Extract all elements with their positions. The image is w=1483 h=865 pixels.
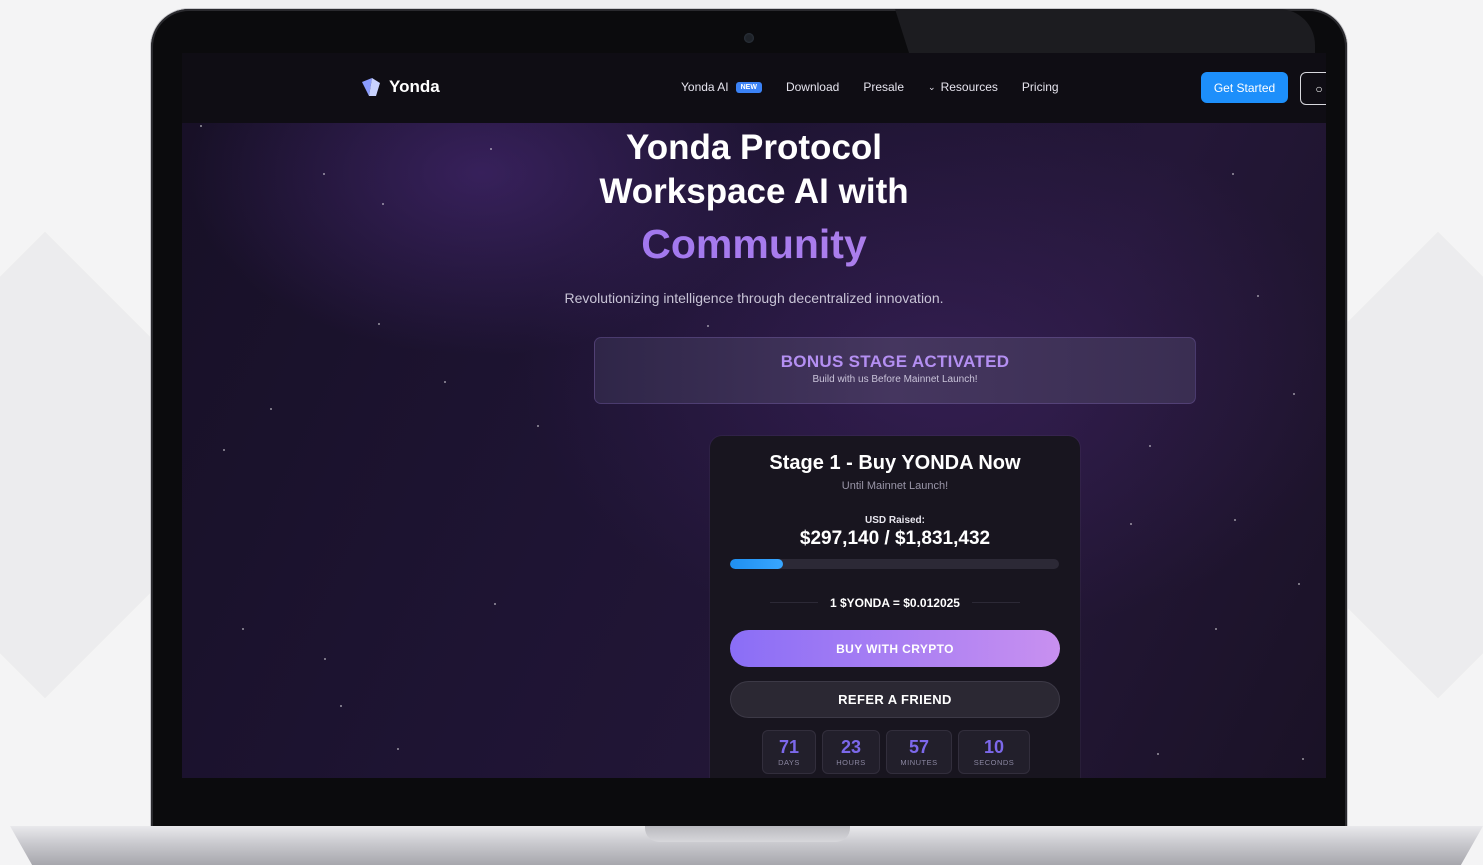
get-started-button[interactable]: Get Started <box>1201 72 1288 103</box>
refresh-icon: ○ <box>1315 81 1323 96</box>
bonus-banner: BONUS STAGE ACTIVATED Build with us Befo… <box>594 337 1196 404</box>
nav-link-label: Download <box>785 80 840 94</box>
countdown-value: 10 <box>983 737 1005 757</box>
nav-link-resources[interactable]: ⌄ Resources <box>928 80 998 94</box>
token-rate: 1 $YONDA = $0.012025 <box>710 594 1080 612</box>
raise-progress-bar <box>730 559 1059 569</box>
countdown-value: 71 <box>778 737 800 757</box>
nav-link-label: Presale <box>863 80 905 94</box>
countdown-timer: 71 DAYS 23 HOURS 57 MINUTES 10 SECONDS <box>762 730 1030 774</box>
nav-link-yonda-ai[interactable]: Yonda AI NEW <box>681 80 762 94</box>
presale-subtitle: Until Mainnet Launch! <box>841 480 949 492</box>
laptop-base-notch <box>645 826 850 842</box>
raise-progress-fill <box>730 559 784 569</box>
nav-link-label: Yonda AI <box>681 80 729 94</box>
hero-title-line2: Workspace AI with <box>599 172 909 211</box>
nav-link-label: Pricing <box>1021 80 1059 94</box>
hero-title-line1: Yonda Protocol <box>625 128 883 167</box>
presale-card: Stage 1 - Buy YONDA Now Until Mainnet La… <box>710 436 1080 778</box>
lid-reflection <box>895 9 1315 53</box>
logo-text: Yonda <box>389 77 440 96</box>
hero-title-accent: Community <box>182 221 1326 268</box>
countdown-minutes: 57 MINUTES <box>886 730 952 774</box>
connect-button[interactable]: ○ <box>1300 72 1326 105</box>
countdown-label: DAYS <box>778 758 800 767</box>
hero-subtitle: Revolutionizing intelligence through dec… <box>564 290 944 306</box>
nav-link-download[interactable]: Download <box>786 80 839 94</box>
buy-with-crypto-button[interactable]: BUY WITH CRYPTO <box>730 630 1060 667</box>
countdown-label: SECONDS <box>973 758 1015 767</box>
new-badge: NEW <box>735 81 762 93</box>
countdown-value: 57 <box>908 737 930 757</box>
presale-title: Stage 1 - Buy YONDA Now <box>769 452 1021 474</box>
countdown-hours: 23 HOURS <box>822 730 880 774</box>
countdown-days: 71 DAYS <box>762 730 816 774</box>
nav-link-presale[interactable]: Presale <box>863 80 904 94</box>
raised-label: USD Raised: <box>864 515 925 526</box>
chevron-down-icon: ⌄ <box>928 81 936 92</box>
laptop-screen: Yonda Yonda AI NEW Download Presale ⌄ Re… <box>182 53 1326 778</box>
logo[interactable]: Yonda <box>360 77 440 97</box>
countdown-label: HOURS <box>836 758 866 767</box>
refer-a-friend-button[interactable]: REFER A FRIEND <box>730 681 1060 718</box>
camera-icon <box>744 33 754 43</box>
countdown-label: MINUTES <box>900 758 938 767</box>
raised-value: $297,140 / $1,831,432 <box>799 528 991 549</box>
nav-link-pricing[interactable]: Pricing <box>1022 80 1059 94</box>
yonda-logo-icon <box>362 78 380 96</box>
countdown-value: 23 <box>840 737 862 757</box>
nav-link-label: Resources <box>940 80 998 94</box>
nav-links: Yonda AI NEW Download Presale ⌄ Resource… <box>681 80 1083 94</box>
bonus-subtitle: Build with us Before Mainnet Launch! <box>812 374 978 385</box>
token-rate-text: 1 $YONDA = $0.012025 <box>818 596 972 610</box>
top-navbar: Yonda Yonda AI NEW Download Presale ⌄ Re… <box>182 53 1326 123</box>
bonus-title: BONUS STAGE ACTIVATED <box>780 352 1010 371</box>
countdown-seconds: 10 SECONDS <box>958 730 1030 774</box>
